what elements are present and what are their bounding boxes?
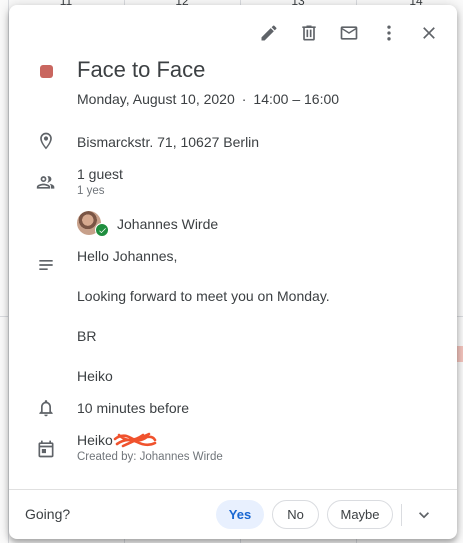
background-event[interactable]	[457, 346, 463, 362]
event-details-popover: Face to Face Monday, August 10, 2020 · 14:…	[9, 5, 457, 539]
rsvp-bar: Going? Yes No Maybe	[9, 489, 457, 539]
guest-responses: 1 yes	[77, 185, 105, 197]
close-icon	[423, 27, 435, 39]
going-label: Going?	[25, 506, 71, 522]
event-color-swatch	[40, 65, 53, 78]
pencil-icon	[261, 25, 277, 41]
envelope-icon	[340, 26, 358, 40]
guest-name[interactable]: Johannes Wirde	[117, 216, 218, 232]
event-location[interactable]: Bismarckstr. 71, 10627 Berlin	[77, 134, 259, 150]
description-icon	[34, 253, 58, 277]
vertical-dots-icon	[387, 25, 391, 41]
accepted-check-icon	[95, 223, 109, 237]
rsvp-no-button[interactable]: No	[272, 500, 319, 529]
event-date: Monday, August 10, 2020	[77, 91, 235, 107]
bell-icon	[34, 396, 58, 420]
guest-count: 1 guest	[77, 166, 123, 182]
description-line: Looking forward to meet you on Monday.	[77, 288, 330, 304]
redaction-scribble	[113, 432, 157, 448]
delete-event-button[interactable]	[289, 18, 329, 48]
rsvp-yes-button[interactable]: Yes	[216, 500, 264, 529]
more-options-button[interactable]	[369, 18, 409, 48]
event-toolbar	[249, 18, 449, 48]
datetime-separator: ·	[241, 91, 247, 107]
created-by: Created by: Johannes Wirde	[77, 451, 223, 463]
rsvp-maybe-button[interactable]: Maybe	[327, 500, 393, 529]
close-button[interactable]	[409, 18, 449, 48]
chevron-down-icon	[419, 512, 429, 519]
email-guests-button[interactable]	[329, 18, 369, 48]
calendar-icon	[34, 437, 58, 461]
edit-event-button[interactable]	[249, 18, 289, 48]
event-datetime: Monday, August 10, 2020 · 14:00 – 16:00	[77, 91, 339, 107]
trash-icon	[302, 25, 316, 41]
reminder-text: 10 minutes before	[77, 400, 190, 416]
guests-icon	[34, 170, 58, 194]
event-title: Face to Face	[77, 57, 206, 82]
description-line: BR	[77, 328, 97, 344]
description-line: Heiko	[77, 368, 113, 384]
event-time: 14:00 – 16:00	[253, 91, 340, 107]
location-pin-icon	[34, 129, 58, 153]
calendar-name: Heiko	[77, 432, 113, 448]
divider	[401, 504, 402, 526]
description-line: Hello Johannes,	[77, 248, 178, 264]
rsvp-more-button[interactable]	[411, 502, 437, 528]
